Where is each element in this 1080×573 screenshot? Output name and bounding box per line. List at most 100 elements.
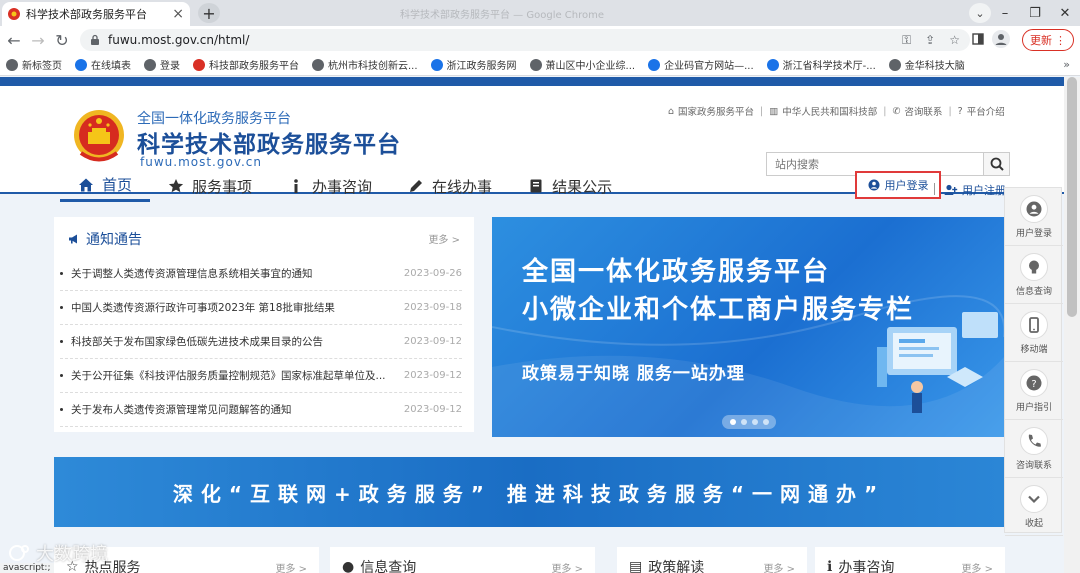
carousel-dot[interactable]: [751, 419, 758, 425]
new-tab-button[interactable]: +: [198, 3, 220, 23]
search-button[interactable]: [983, 153, 1009, 175]
search-icon: [990, 157, 1004, 171]
scrollbar-thumb[interactable]: [1067, 77, 1077, 317]
nav-item-3[interactable]: 办事咨询: [270, 170, 390, 202]
notice-row[interactable]: 关于公开征集《科技评估服务质量控制规范》国家标准起草单位及... 2023-09-…: [60, 359, 462, 393]
minimize-icon[interactable]: –: [990, 0, 1020, 26]
bulb-icon: [1020, 252, 1048, 281]
gov-home-icon: ⌂: [668, 105, 675, 117]
update-button[interactable]: 更新 ⋮: [1022, 29, 1074, 51]
card-more-link[interactable]: 更多 >: [275, 560, 307, 573]
site-title[interactable]: 科学技术部政务服务平台: [137, 125, 401, 159]
notice-date: 2023-09-18: [403, 302, 462, 313]
notice-title: 通知通告: [86, 232, 142, 248]
site-domain: fuwu.most.gov.cn: [140, 155, 263, 169]
side-item-help[interactable]: ? 用户指引: [1005, 362, 1063, 420]
forward-icon[interactable]: →: [28, 30, 48, 50]
bullet: [60, 374, 63, 377]
nav-item-4[interactable]: 在线办事: [390, 170, 510, 202]
nav-item-1[interactable]: 首页: [60, 170, 151, 202]
toolbar-right: [972, 30, 1010, 48]
bookmark-item[interactable]: 登录: [144, 57, 180, 72]
side-item-chevron-down[interactable]: 收起: [1005, 478, 1063, 536]
bookmark-item[interactable]: 金华科技大脑: [888, 57, 965, 72]
svg-text:?: ?: [1031, 379, 1036, 390]
bookmark-item[interactable]: 浙江政务服务网: [430, 57, 517, 72]
divider: [934, 183, 935, 195]
tab-close-icon[interactable]: ×: [172, 6, 184, 22]
side-item-label: 收起: [1024, 518, 1043, 529]
card-more-link[interactable]: 更多 >: [961, 560, 993, 573]
bookmark-label: 企业码官方网站—...: [664, 61, 754, 72]
bookmark-label: 萧山区中小企业综...: [545, 61, 636, 72]
nav-item-5[interactable]: 结果公示: [510, 170, 630, 202]
back-icon[interactable]: ←: [4, 30, 24, 50]
bookmark-favicon-icon: [75, 58, 87, 71]
phone-icon: [1020, 426, 1048, 455]
user-icon: [868, 179, 879, 191]
document-icon: ▤: [629, 559, 643, 573]
bookmark-item[interactable]: 杭州市科技创新云...: [312, 57, 418, 72]
bullet: [60, 408, 63, 411]
bookmark-label: 浙江省科学技术厅-...: [782, 61, 876, 72]
card-header: ℹ 办事咨询: [827, 557, 894, 573]
notice-row[interactable]: 科技部关于发布国家绿色低碳先进技术成果目录的公告 2023-09-12: [60, 325, 462, 359]
top-link-most[interactable]: 中华人民共和国科技部: [782, 104, 877, 118]
promo-banner[interactable]: 全国一体化政务服务平台 小微企业和个体工商户服务专栏 政策易于知晓 服务一站办理: [492, 217, 1004, 437]
card-more-link[interactable]: 更多 >: [551, 560, 583, 573]
carousel-dot[interactable]: [729, 419, 736, 425]
address-bar[interactable]: fuwu.most.gov.cn/html/ ⚿ ⇪ ☆: [80, 29, 970, 51]
national-emblem-icon[interactable]: [73, 108, 125, 164]
nav-item-2[interactable]: 服务事项: [150, 170, 270, 202]
reload-icon[interactable]: ↻: [52, 30, 72, 50]
banner-line-2: 小微企业和个体工商户服务专栏: [522, 295, 915, 325]
side-item-phone[interactable]: 咨询联系: [1005, 420, 1063, 478]
bookmark-item[interactable]: 新标签页: [6, 57, 62, 72]
top-link-contact[interactable]: 咨询联系: [904, 104, 942, 118]
phone-small-icon: ✆: [892, 105, 901, 117]
user-login-link[interactable]: 用户登录: [855, 171, 941, 199]
bookmark-star-icon[interactable]: ☆: [949, 33, 960, 48]
top-accent-bar: [0, 77, 1080, 86]
user-register-link[interactable]: 用户注册: [944, 182, 1006, 198]
notice-row[interactable]: 中国人类遗传资源行政许可事项2023年 第18批审批结果 2023-09-18: [60, 291, 462, 325]
nav-label: 首页: [102, 176, 133, 194]
megaphone-icon: [69, 234, 77, 244]
bullet: [60, 272, 63, 275]
watermark-logo-icon: [8, 545, 29, 561]
top-link-national-platform[interactable]: 国家政务服务平台: [678, 104, 754, 118]
notice-title-text: 关于公开征集《科技评估服务质量控制规范》国家标准起草单位及...: [71, 370, 386, 382]
top-link-about[interactable]: 平台介绍: [967, 104, 1005, 118]
bullet: [60, 340, 63, 343]
side-item-mobile[interactable]: 移动端: [1005, 304, 1063, 362]
bookmark-item[interactable]: 萧山区中小企业综...: [529, 57, 636, 72]
side-item-bulb[interactable]: 信息查询: [1005, 246, 1063, 304]
restore-icon[interactable]: ❐: [1020, 0, 1050, 26]
slogan-banner[interactable]: 深化“互联网+政务服务” 推进科技政务服务“一网通办”: [54, 457, 1004, 527]
key-icon[interactable]: ⚿: [902, 33, 911, 48]
carousel-dot[interactable]: [762, 419, 769, 425]
bookmark-item[interactable]: 科技部政务服务平台: [193, 57, 299, 72]
notice-row[interactable]: 关于调整人类遗传资源管理信息系统相关事宜的通知 2023-09-26: [60, 257, 462, 291]
tab-search-button[interactable]: ⌄: [969, 3, 991, 23]
bookmarks-more-icon[interactable]: »: [1063, 58, 1070, 71]
bullet: [60, 306, 63, 309]
tab-strip: 科学技术部政务服务平台 × + 科学技术部政务服务平台 — Google Chr…: [0, 0, 1080, 26]
side-item-user[interactable]: 用户登录: [1005, 188, 1063, 246]
notice-more-link[interactable]: 更多 >: [428, 231, 460, 246]
notice-row[interactable]: 关于发布人类遗传资源管理常见问题解答的通知 2023-09-12: [60, 393, 462, 427]
profile-avatar-icon[interactable]: [992, 30, 1010, 48]
card-more-link[interactable]: 更多 >: [763, 560, 795, 573]
chevron-down-icon: [1020, 484, 1048, 513]
share-icon[interactable]: ⇪: [925, 33, 935, 48]
carousel-dots: [722, 415, 776, 429]
browser-tab[interactable]: 科学技术部政务服务平台 ×: [2, 2, 190, 26]
close-window-icon[interactable]: ✕: [1050, 0, 1080, 26]
bookmark-item[interactable]: 企业码官方网站—...: [648, 57, 754, 72]
page: 全国一体化政务服务平台 科学技术部政务服务平台 fuwu.most.gov.cn…: [0, 77, 1080, 573]
sidepanel-icon[interactable]: [972, 33, 984, 45]
carousel-dot[interactable]: [740, 419, 747, 425]
bookmark-item[interactable]: 浙江省科学技术厅-...: [766, 57, 876, 72]
nav-label: 服务事项: [192, 177, 253, 196]
bookmark-item[interactable]: 在线填表: [75, 57, 131, 72]
